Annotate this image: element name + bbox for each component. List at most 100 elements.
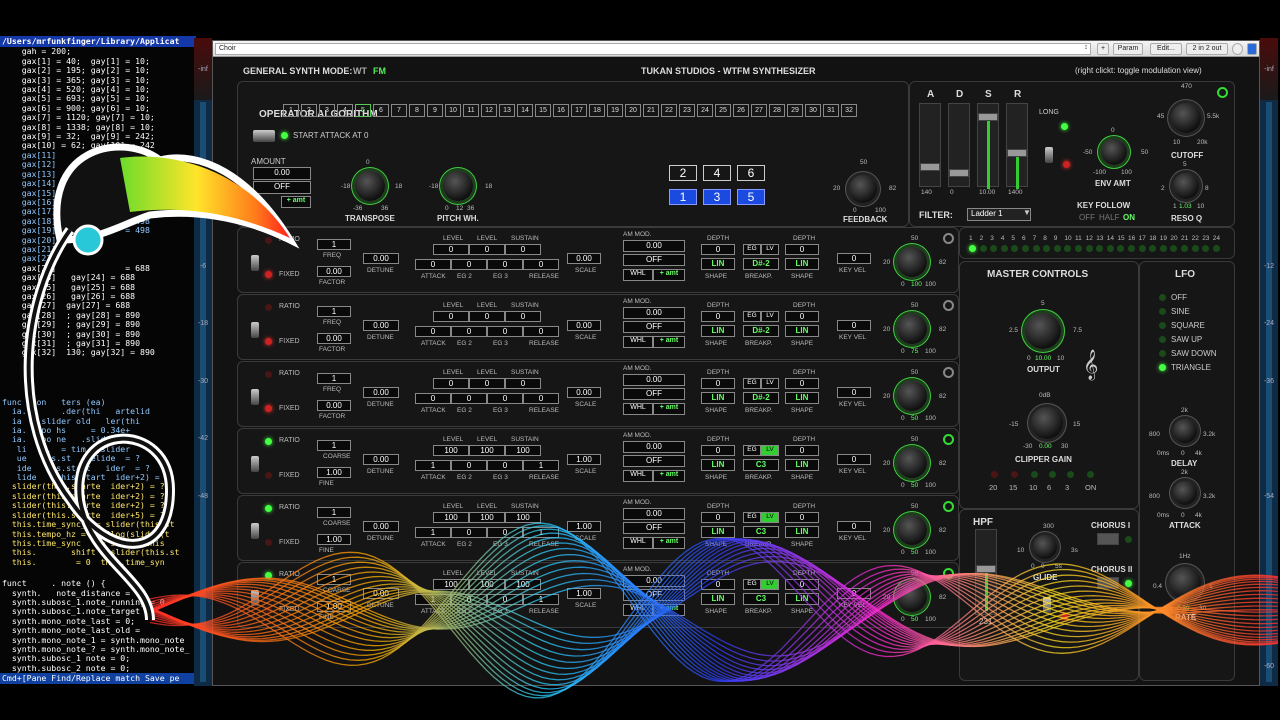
level-value[interactable]: 0 xyxy=(433,311,469,322)
eg-value[interactable]: 0 xyxy=(487,460,523,471)
ratio-led[interactable] xyxy=(265,505,272,512)
lfo-option-led[interactable] xyxy=(1159,364,1166,371)
scale-value[interactable]: 0.00 xyxy=(567,320,601,331)
algorithm-number-2[interactable]: 2 xyxy=(301,104,317,117)
ratio-led[interactable] xyxy=(265,371,272,378)
whl-button[interactable]: WHL xyxy=(623,537,653,549)
lfo-option-led[interactable] xyxy=(1159,350,1166,357)
am-mod-off[interactable]: OFF xyxy=(623,321,685,333)
kf-off[interactable]: OFF xyxy=(1079,213,1095,222)
eg-value[interactable]: 0 xyxy=(415,393,451,404)
filter-switch[interactable] xyxy=(1045,147,1053,163)
eg-value[interactable]: 1 xyxy=(415,527,451,538)
shape2-value[interactable]: LIN xyxy=(785,392,819,404)
eg-toggle[interactable]: EG xyxy=(743,512,761,523)
preset-select[interactable]: Choir xyxy=(215,43,1091,55)
shape2-value[interactable]: LIN xyxy=(785,593,819,605)
algorithm-number-11[interactable]: 11 xyxy=(463,104,479,117)
key-vel-value[interactable]: 0 xyxy=(837,253,871,264)
scale-value[interactable]: 1.00 xyxy=(567,588,601,599)
freq-value[interactable]: 1 xyxy=(317,574,351,585)
eg-value[interactable]: 0 xyxy=(451,326,487,337)
op-gain-knob[interactable] xyxy=(897,448,927,478)
freq-value[interactable]: 1 xyxy=(317,306,351,317)
ratio-fixed-switch[interactable] xyxy=(251,255,259,271)
algorithm-number-29[interactable]: 29 xyxy=(787,104,803,117)
clip-level-led[interactable] xyxy=(1011,471,1018,478)
lv-toggle[interactable]: LV xyxy=(761,445,779,456)
ratio-fixed-switch[interactable] xyxy=(251,590,259,606)
adsr-thumb-D[interactable] xyxy=(949,169,969,177)
key-vel-value[interactable]: 0 xyxy=(837,387,871,398)
amt-button[interactable]: + amt xyxy=(653,336,685,348)
am-mod-off[interactable]: OFF xyxy=(623,254,685,266)
shape2-value[interactable]: LIN xyxy=(785,325,819,337)
fixed-led[interactable] xyxy=(265,472,272,479)
key-vel-value[interactable]: 0 xyxy=(837,454,871,465)
operator-power-icon[interactable] xyxy=(943,367,954,378)
channel-led[interactable] xyxy=(1212,245,1220,252)
shape1-value[interactable]: LIN xyxy=(701,325,735,337)
detune-value[interactable]: 0.00 xyxy=(363,588,399,599)
lfo-option-square[interactable]: SQUARE xyxy=(1171,321,1205,330)
ratio-led[interactable] xyxy=(265,237,272,244)
level-value[interactable]: 100 xyxy=(469,579,505,590)
filter-power-icon[interactable] xyxy=(1217,87,1228,98)
operator-power-icon[interactable] xyxy=(943,233,954,244)
algorithm-number-18[interactable]: 18 xyxy=(589,104,605,117)
glide-knob[interactable] xyxy=(1033,535,1057,559)
ratio-fixed-switch[interactable] xyxy=(251,523,259,539)
algorithm-number-4[interactable]: 4 xyxy=(337,104,353,117)
start-attack-switch[interactable] xyxy=(253,130,275,142)
eg-value[interactable]: 1 xyxy=(523,594,559,605)
algorithm-number-26[interactable]: 26 xyxy=(733,104,749,117)
level-value[interactable]: 100 xyxy=(469,512,505,523)
lv-toggle[interactable]: LV xyxy=(761,378,779,389)
channel-led[interactable] xyxy=(1000,245,1008,252)
shape2-value[interactable]: LIN xyxy=(785,258,819,270)
eg-toggle[interactable]: EG xyxy=(743,244,761,255)
op-gain-knob[interactable] xyxy=(897,582,927,612)
kf-on[interactable]: ON xyxy=(1123,213,1135,222)
amt-button[interactable]: + amt xyxy=(653,604,685,616)
depth2-value[interactable]: 0 xyxy=(785,512,819,523)
freq-value[interactable]: 1 xyxy=(317,440,351,451)
fixed-led[interactable] xyxy=(265,338,272,345)
level-value[interactable]: 100 xyxy=(433,445,469,456)
eg-value[interactable]: 0 xyxy=(451,527,487,538)
eg-value[interactable]: 1 xyxy=(415,460,451,471)
am-mod-off[interactable]: OFF xyxy=(623,455,685,467)
level-value[interactable]: 100 xyxy=(433,579,469,590)
algorithm-number-5[interactable]: 5 xyxy=(355,104,371,117)
hpf-slider-thumb[interactable] xyxy=(976,565,996,573)
eg-value[interactable]: 0 xyxy=(451,259,487,270)
algorithm-number-22[interactable]: 22 xyxy=(661,104,677,117)
info-icon[interactable] xyxy=(1232,43,1243,55)
lfo-option-saw-up[interactable]: SAW UP xyxy=(1171,335,1202,344)
depth1-value[interactable]: 0 xyxy=(701,445,735,456)
level-value[interactable]: 0 xyxy=(469,311,505,322)
eg-value[interactable]: 0 xyxy=(487,527,523,538)
reso-knob[interactable] xyxy=(1173,173,1199,199)
glide-switch[interactable] xyxy=(1043,597,1051,613)
depth1-value[interactable]: 0 xyxy=(701,512,735,523)
clip-level-led[interactable] xyxy=(1087,471,1094,478)
channel-led[interactable] xyxy=(1138,245,1146,252)
algorithm-number-16[interactable]: 16 xyxy=(553,104,569,117)
shape1-value[interactable]: LIN xyxy=(701,459,735,471)
freq-value[interactable]: 1 xyxy=(317,373,351,384)
breakpoint-value[interactable]: D#-2 xyxy=(743,392,779,404)
am-mod-value[interactable]: 0.00 xyxy=(623,441,685,453)
lfo-attack-knob[interactable] xyxy=(1173,481,1197,505)
amt-button[interactable]: + amt xyxy=(653,403,685,415)
channel-led[interactable] xyxy=(1181,245,1188,252)
breakpoint-value[interactable]: C3 xyxy=(743,526,779,538)
depth1-value[interactable]: 0 xyxy=(701,579,735,590)
level-value[interactable]: 0 xyxy=(433,378,469,389)
breakpoint-value[interactable]: D#-2 xyxy=(743,325,779,337)
eg-value[interactable]: 0 xyxy=(451,594,487,605)
ratio-led[interactable] xyxy=(265,572,272,579)
algorithm-number-30[interactable]: 30 xyxy=(805,104,821,117)
rate-knob[interactable] xyxy=(1169,567,1201,599)
adsr-thumb-A[interactable] xyxy=(920,163,940,171)
